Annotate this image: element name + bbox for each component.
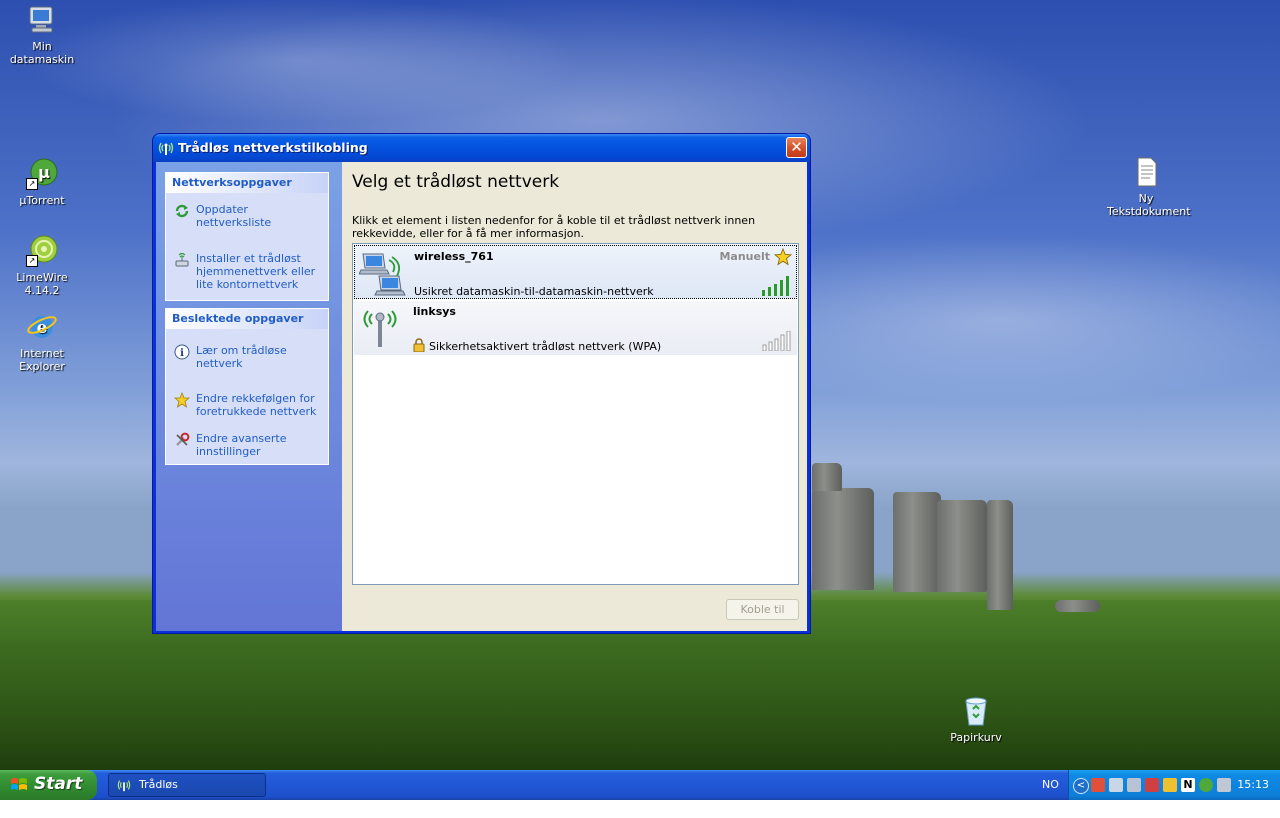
info-icon: i <box>174 344 190 360</box>
taskbar-button-label: Trådløs nettverkstilko... <box>139 778 225 813</box>
internet-explorer-icon: e <box>26 311 58 343</box>
svg-text:i: i <box>180 348 184 359</box>
setup-wireless-network-link[interactable]: Installer et trådløst hjemmenettverk ell… <box>166 248 328 295</box>
title-bar[interactable]: Trådløs nettverkstilkobling ✕ <box>153 134 810 162</box>
wallpaper-stone <box>937 500 987 592</box>
network-name: linksys <box>413 305 456 318</box>
window-client-area: Nettverksoppgaver Oppdater nettverkslist… <box>156 162 807 631</box>
change-preferred-order-link[interactable]: Endre rekkefølgen for foretrukkede nettv… <box>166 388 328 422</box>
page-title: Velg et trådløst nettverk <box>352 172 560 192</box>
change-advanced-settings-label: Endre avanserte innstillinger <box>196 432 287 458</box>
desktop-icon-label: Min datamaskin <box>9 40 75 66</box>
tray-n-icon[interactable]: N <box>1181 778 1195 792</box>
tray-wireless-disconnected-icon[interactable] <box>1145 778 1159 792</box>
network-tasks-heading: Nettverksoppgaver <box>166 173 328 193</box>
recycle-bin-icon <box>960 695 992 727</box>
start-label: Start <box>34 774 83 794</box>
wallpaper-stone <box>1055 600 1100 612</box>
text-document-icon <box>1130 156 1162 188</box>
task-pane: Nettverksoppgaver Oppdater nettverkslist… <box>156 162 342 631</box>
taskbar: Start Trådløs nettverkstilko... NO < N 1… <box>0 770 1280 813</box>
learn-about-wireless-label: Lær om trådløse nettverk <box>196 344 287 370</box>
tray-security-icon[interactable] <box>1163 778 1177 792</box>
refresh-network-list-link[interactable]: Oppdater nettverksliste <box>166 199 328 233</box>
desktop-icon-label: LimeWire 4.14.2 <box>16 271 68 297</box>
wireless-icon <box>117 778 131 792</box>
change-preferred-order-label: Endre rekkefølgen for foretrukkede nettv… <box>196 392 317 418</box>
wallpaper-stone <box>893 492 941 592</box>
desktop-icon-limewire[interactable]: ↗ LimeWire 4.14.2 <box>3 235 81 297</box>
refresh-icon <box>174 203 190 219</box>
related-tasks-panel: Beslektede oppgaver i Lær om trådløse ne… <box>165 308 329 465</box>
computer-icon <box>26 4 58 36</box>
shortcut-arrow-icon: ↗ <box>26 255 38 267</box>
network-item-linksys[interactable]: linksys Sikkerhetsaktivert trådløst nett… <box>354 301 797 355</box>
shortcut-arrow-icon: ↗ <box>26 178 38 190</box>
signal-strength-icon <box>761 276 791 296</box>
svg-text:µ: µ <box>38 163 50 182</box>
related-tasks-heading: Beslektede oppgaver <box>166 309 328 329</box>
show-hidden-icons-icon[interactable]: < <box>1073 778 1089 794</box>
language-indicator[interactable]: NO <box>1042 778 1059 791</box>
signal-strength-icon <box>762 330 792 352</box>
system-tray: < N 15:13 <box>1068 770 1280 800</box>
desktop-icon-utorrent[interactable]: µ ↗ µTorrent <box>3 158 81 207</box>
wireless-setup-icon <box>174 252 190 268</box>
lock-icon <box>413 338 425 353</box>
desktop-icon-label: Papirkurv <box>950 731 1002 744</box>
tray-network-icon[interactable] <box>1109 778 1123 792</box>
tray-app-icon[interactable] <box>1091 778 1105 792</box>
network-name: wireless_761 <box>414 250 494 263</box>
tray-monitor-icon[interactable] <box>1217 778 1231 792</box>
wallpaper-stone <box>812 488 874 590</box>
network-list[interactable]: wireless_761 Manuelt Usikret datamaskin-… <box>352 243 799 585</box>
windows-logo-icon <box>10 777 28 793</box>
change-advanced-settings-link[interactable]: Endre avanserte innstillinger <box>166 428 328 462</box>
network-security-type: Sikkerhetsaktivert trådløst nettverk (WP… <box>429 340 662 353</box>
desktop-icon-label: Internet Explorer <box>19 347 65 373</box>
start-button[interactable]: Start <box>0 770 97 800</box>
setup-wireless-network-label: Installer et trådløst hjemmenettverk ell… <box>196 252 316 291</box>
wireless-icon <box>158 140 174 156</box>
learn-about-wireless-link[interactable]: i Lær om trådløse nettverk <box>166 340 328 374</box>
network-mode: Manuelt <box>719 250 770 263</box>
network-item-wireless-761[interactable]: wireless_761 Manuelt Usikret datamaskin-… <box>354 245 797 299</box>
desktop-icon-new-text-document[interactable]: Ny Tekstdokument <box>1107 156 1191 218</box>
wallpaper-stone <box>812 463 842 491</box>
tray-utorrent-icon[interactable] <box>1199 778 1213 792</box>
desktop-icon-label: µTorrent <box>19 194 65 207</box>
utorrent-icon: µ ↗ <box>26 158 58 190</box>
star-icon <box>173 391 191 408</box>
clock: 15:13 <box>1237 778 1269 791</box>
desktop-icon-label: Ny Tekstdokument <box>1107 192 1191 218</box>
preferred-star-icon <box>773 247 793 266</box>
wallpaper-stone <box>987 500 1013 610</box>
desktop-icon-my-computer[interactable]: Min datamaskin <box>3 4 81 66</box>
network-tasks-panel: Nettverksoppgaver Oppdater nettverkslist… <box>165 172 329 301</box>
taskbar-button-wireless-connection[interactable]: Trådløs nettverkstilko... <box>108 773 266 813</box>
limewire-icon: ↗ <box>26 235 58 267</box>
close-button[interactable]: ✕ <box>786 137 807 158</box>
desktop-icon-internet-explorer[interactable]: e Internet Explorer <box>3 311 81 373</box>
wireless-connection-window: Trådløs nettverkstilkobling ✕ Nettverkso… <box>152 133 811 634</box>
ad-hoc-network-icon <box>358 250 407 296</box>
tools-icon <box>174 432 190 448</box>
refresh-network-list-label: Oppdater nettverksliste <box>196 203 272 229</box>
network-security-type: Usikret datamaskin-til-datamaskin-nettve… <box>414 285 654 298</box>
page-description: Klikk et element i listen nedenfor for å… <box>352 214 756 240</box>
tray-network-icon[interactable] <box>1127 778 1141 792</box>
window-title: Trådløs nettverkstilkobling <box>178 140 368 155</box>
connect-button[interactable]: Koble til <box>726 599 799 620</box>
access-point-icon <box>358 305 406 351</box>
desktop-icon-recycle-bin[interactable]: Papirkurv <box>937 695 1015 744</box>
